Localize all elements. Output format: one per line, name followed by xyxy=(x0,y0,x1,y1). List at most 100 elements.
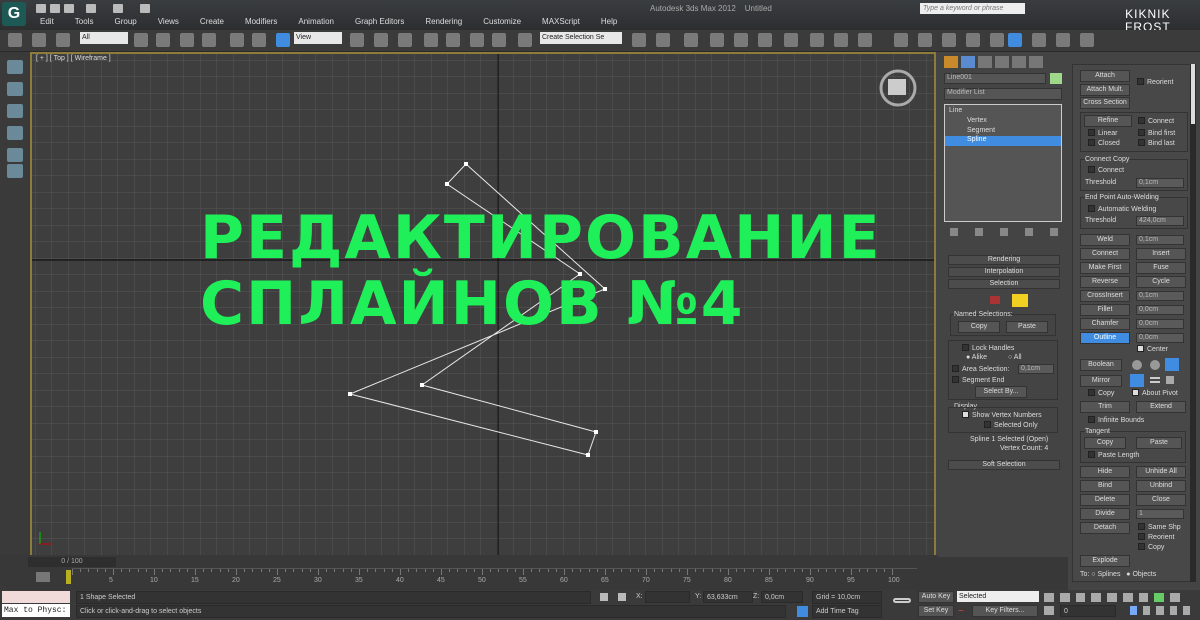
outline-spinner[interactable]: 0,0cm xyxy=(1136,333,1184,343)
command-panel-scrollbar[interactable] xyxy=(1190,64,1196,582)
object-name-field[interactable]: Line001 xyxy=(944,73,1046,84)
connect-button[interactable]: Connect xyxy=(1080,248,1130,260)
render-setup-icon[interactable] xyxy=(810,33,824,47)
add-time-tag-button[interactable]: Add Time Tag xyxy=(812,605,882,618)
snap-endpoint-icon[interactable] xyxy=(966,33,980,47)
rendered-frame-icon[interactable] xyxy=(834,33,848,47)
automatic-welding-checkbox[interactable]: Automatic Welding xyxy=(1088,205,1156,214)
auto-key-button[interactable]: Auto Key xyxy=(918,591,954,603)
snap-vertex-icon[interactable] xyxy=(942,33,956,47)
boolean-intersect-icon[interactable] xyxy=(1165,358,1179,371)
select-by-button[interactable]: Select By... xyxy=(975,386,1027,398)
window-crossing-icon[interactable] xyxy=(202,33,216,47)
current-frame-field[interactable]: 0 xyxy=(1060,605,1116,617)
mirror-button[interactable]: Mirror xyxy=(1080,375,1122,387)
spline-level-icon[interactable] xyxy=(1012,294,1028,307)
mirror-icon[interactable] xyxy=(632,33,646,47)
maxscript-listener-output[interactable] xyxy=(2,591,70,603)
mirror-copy-checkbox[interactable]: Copy xyxy=(1088,389,1114,398)
modifier-list-dropdown[interactable]: Modifier List xyxy=(944,88,1062,100)
pin-stack-icon[interactable] xyxy=(950,228,958,236)
explode-button[interactable]: Explode xyxy=(1080,555,1130,567)
viewport-label[interactable]: [ + ] [ Top ] [ Wireframe ] xyxy=(36,55,111,62)
populate-icon[interactable] xyxy=(7,104,23,118)
current-frame-marker[interactable] xyxy=(66,570,71,584)
rect-selection-icon[interactable] xyxy=(180,33,194,47)
lock-handles-checkbox[interactable]: Lock Handles xyxy=(962,344,1014,353)
reverse-button[interactable]: Reverse xyxy=(1080,276,1130,288)
chamfer-button[interactable]: Chamfer xyxy=(1080,318,1130,330)
selected-only-checkbox[interactable]: Selected Only xyxy=(984,421,1038,430)
undo-icon[interactable] xyxy=(86,4,96,13)
menu-graph-editors[interactable]: Graph Editors xyxy=(355,17,404,26)
redo-icon[interactable] xyxy=(113,4,123,13)
selection-tool-icon[interactable] xyxy=(7,148,23,162)
divide-spinner[interactable]: 1 xyxy=(1136,509,1184,519)
remove-modifier-icon[interactable] xyxy=(1025,228,1033,236)
about-pivot-checkbox[interactable]: About Pivot xyxy=(1132,389,1178,398)
zoom-icon[interactable] xyxy=(1122,593,1133,602)
zoom-extents-all-icon[interactable] xyxy=(1170,593,1181,602)
insert-button[interactable]: Insert xyxy=(1136,248,1186,260)
key-filters-button[interactable]: Key Filters... xyxy=(972,605,1038,617)
attach-button[interactable]: Attach xyxy=(1080,70,1130,82)
stack-item-segment[interactable]: Segment xyxy=(967,127,995,134)
zoom-region-icon[interactable] xyxy=(1143,606,1151,615)
make-unique-icon[interactable] xyxy=(1000,228,1008,236)
percent-snap-icon[interactable] xyxy=(470,33,484,47)
crossinsert-spinner[interactable]: 0,1cm xyxy=(1136,291,1184,301)
rollout-soft-selection[interactable]: Soft Selection xyxy=(948,460,1060,470)
tangent-paste-button[interactable]: Paste xyxy=(1136,437,1182,449)
chamfer-spinner[interactable]: 0,0cm xyxy=(1136,319,1184,329)
scale-icon[interactable] xyxy=(276,33,290,47)
weld-button[interactable]: Weld xyxy=(1080,234,1130,246)
menu-maxscript[interactable]: MAXScript xyxy=(542,17,580,26)
maxscript-mini-listener[interactable]: Max to Physc: xyxy=(2,604,70,617)
selection-filter-dropdown[interactable]: All xyxy=(80,32,128,44)
keyboard-shortcut-icon[interactable] xyxy=(398,33,412,47)
segment-end-checkbox[interactable]: Segment End xyxy=(952,376,1004,385)
splines-radio[interactable]: ○ Splines xyxy=(1091,571,1120,578)
bind-button[interactable]: Bind xyxy=(1080,480,1130,492)
key-mode-dropdown[interactable]: Selected xyxy=(957,591,1039,602)
app-logo-button[interactable]: G xyxy=(2,2,26,26)
menu-rendering[interactable]: Rendering xyxy=(425,17,462,26)
curve-editor-icon[interactable] xyxy=(734,33,748,47)
key-mode-toggle-icon[interactable] xyxy=(1044,606,1054,615)
trim-button[interactable]: Trim xyxy=(1080,401,1130,413)
stack-item-vertex[interactable]: Vertex xyxy=(967,117,987,124)
all-radio[interactable]: ○ All xyxy=(1008,353,1022,362)
tab-modify[interactable] xyxy=(961,56,975,68)
play-icon[interactable] xyxy=(1075,593,1086,602)
new-icon[interactable] xyxy=(36,4,46,13)
open-icon[interactable] xyxy=(50,4,60,13)
curve-editor-toggle-icon[interactable] xyxy=(36,572,50,582)
fillet-spinner[interactable]: 0,0cm xyxy=(1136,305,1184,315)
layer-manager-icon[interactable] xyxy=(684,33,698,47)
named-paste-button[interactable]: Paste xyxy=(1006,321,1048,333)
boolean-union-icon[interactable] xyxy=(1132,360,1142,370)
rotate-icon[interactable] xyxy=(252,33,266,47)
paste-length-checkbox[interactable]: Paste Length xyxy=(1088,451,1139,460)
menu-animation[interactable]: Animation xyxy=(298,17,334,26)
snap-2d-icon[interactable] xyxy=(894,33,908,47)
same-shp-checkbox[interactable]: Same Shp xyxy=(1138,523,1181,532)
threshold2-spinner[interactable]: 424,0cm xyxy=(1136,216,1184,226)
area-selection-spinner[interactable]: 0,1cm xyxy=(1018,364,1054,374)
tab-utilities[interactable] xyxy=(1029,56,1043,68)
select-by-name-icon[interactable] xyxy=(156,33,170,47)
snap-face-icon[interactable] xyxy=(1056,33,1070,47)
weld-spinner[interactable]: 0,1cm xyxy=(1136,235,1184,245)
freeform-icon[interactable] xyxy=(7,126,23,140)
attach-mult-button[interactable]: Attach Mult. xyxy=(1080,84,1130,96)
mirror-both-icon[interactable] xyxy=(1166,376,1174,384)
schematic-view-icon[interactable] xyxy=(758,33,772,47)
menu-views[interactable]: Views xyxy=(158,17,179,26)
selection-lock-icon[interactable] xyxy=(600,593,608,601)
menu-edit[interactable]: Edit xyxy=(40,17,54,26)
named-selection-dropdown[interactable]: Create Selection Se xyxy=(540,32,622,44)
maximize-viewport-icon[interactable] xyxy=(1182,606,1191,615)
rollout-interpolation[interactable]: Interpolation xyxy=(948,267,1060,277)
field-of-view-icon[interactable] xyxy=(1130,606,1138,615)
time-tag-icon[interactable] xyxy=(797,606,808,617)
